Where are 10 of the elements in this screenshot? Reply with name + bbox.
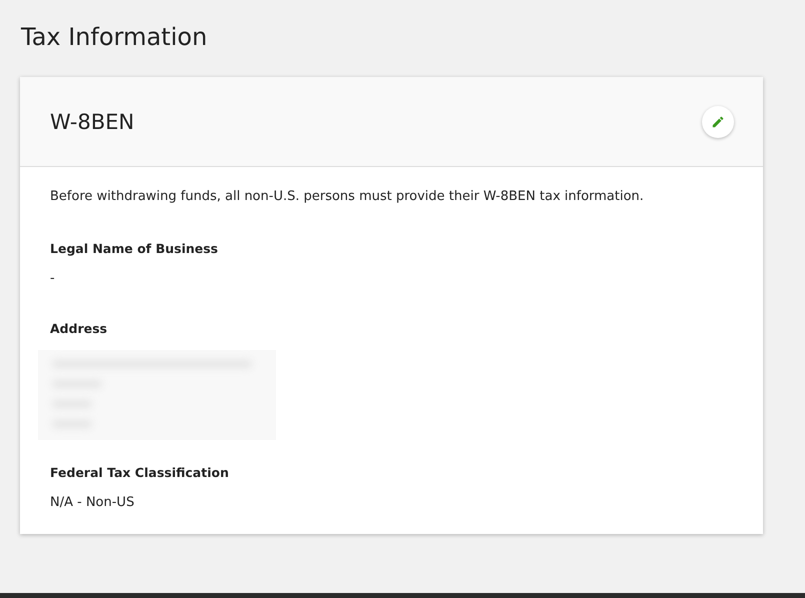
field-label: Address xyxy=(50,320,108,338)
intro-text: Before withdrawing funds, all non-U.S. persons must provide their W-8BEN tax information. xyxy=(50,188,645,206)
page-title: Tax Information xyxy=(21,22,208,53)
field-value: - xyxy=(50,270,56,288)
pencil-icon xyxy=(711,114,725,128)
edit-button[interactable] xyxy=(702,106,734,138)
field-label: Legal Name of Business xyxy=(50,240,219,258)
card-title: W-8BEN xyxy=(50,110,134,134)
field-value: N/A - Non-US xyxy=(50,494,136,512)
field-label: Federal Tax Classification xyxy=(50,464,230,482)
